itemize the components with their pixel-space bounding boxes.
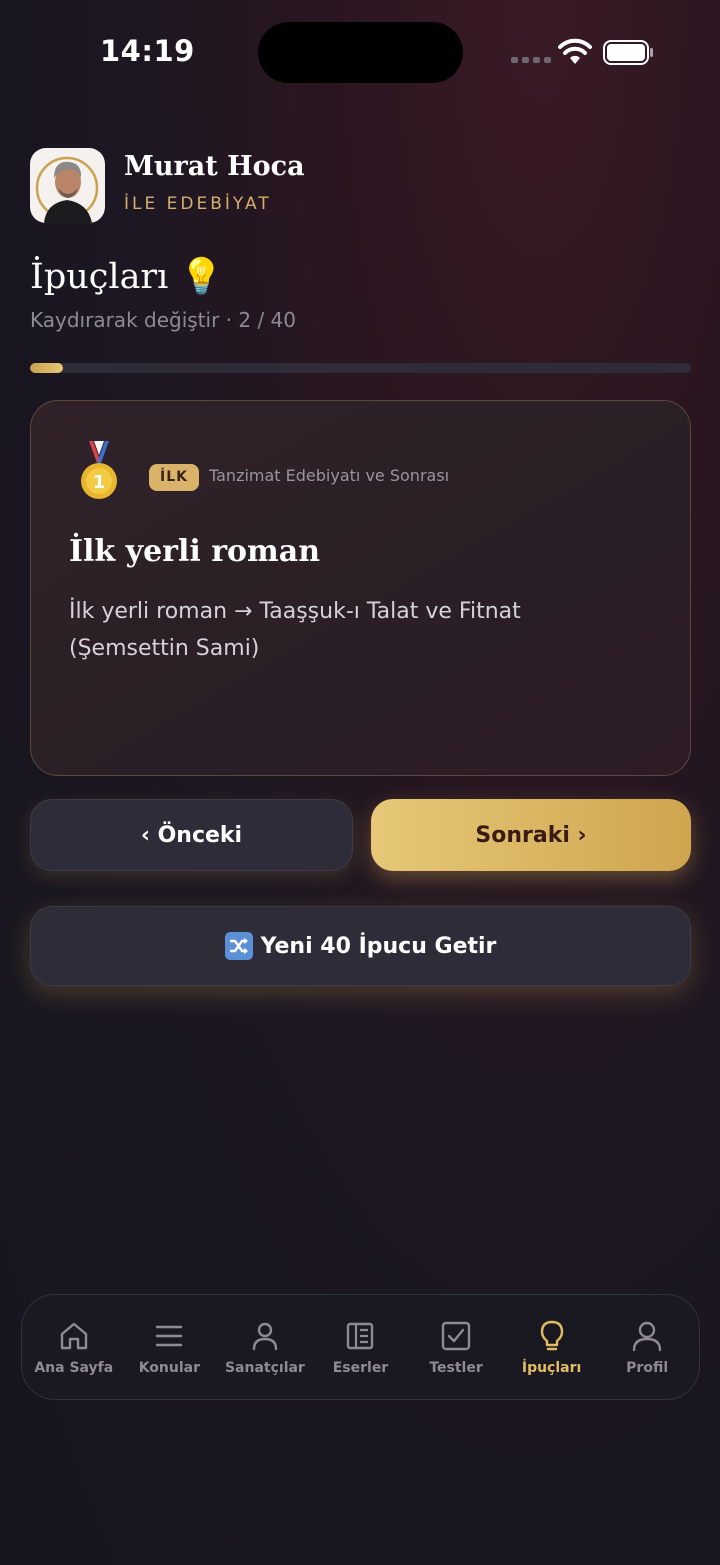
next-button[interactable]: Sonraki › (371, 799, 691, 871)
avatar (30, 148, 105, 223)
category-badge: İLK (149, 464, 199, 491)
tip-card[interactable]: 1 İLK Tanzimat Edebiyatı ve Sonrası İlk … (30, 400, 691, 776)
gold-medal-icon: 1 (81, 441, 117, 499)
tab-label: Testler (429, 1360, 483, 1376)
tip-title: İlk yerli roman (69, 534, 321, 569)
tab-eserler[interactable]: Eserler (313, 1318, 407, 1376)
progress-fill (30, 363, 64, 373)
previous-button[interactable]: ‹ Önceki (30, 799, 353, 871)
tab-ana-sayfa[interactable]: Ana Sayfa (27, 1318, 121, 1376)
person-icon (252, 1322, 278, 1351)
tab-label: Sanatçılar (224, 1360, 305, 1376)
home-icon (60, 1322, 87, 1350)
svg-text:1: 1 (93, 472, 106, 493)
app-subtitle: İLE EDEBİYAT (124, 194, 272, 214)
list-icon (156, 1325, 183, 1347)
battery-icon (603, 40, 653, 65)
bottom-tab-bar: Ana Sayfa Konular Sanatçılar Eserler Tes… (21, 1294, 700, 1400)
new-tips-label: Yeni 40 İpucu Getir (260, 933, 497, 959)
book-icon (347, 1322, 374, 1350)
new-tips-button[interactable]: Yeni 40 İpucu Getir (30, 906, 691, 986)
tab-label: Ana Sayfa (34, 1360, 114, 1376)
lightbulb-icon (540, 1320, 563, 1351)
tab-profil[interactable]: Profil (600, 1318, 694, 1376)
progress-bar (30, 363, 691, 373)
dynamic-island (258, 22, 463, 83)
tab-konular[interactable]: Konular (122, 1318, 216, 1376)
cellular-signal-icon (511, 57, 551, 63)
tab-label: Eserler (332, 1360, 389, 1376)
category-label: Tanzimat Edebiyatı ve Sonrası (209, 466, 450, 485)
shuffle-icon (224, 932, 253, 960)
wifi-icon (558, 38, 592, 64)
tab-testler[interactable]: Testler (409, 1318, 503, 1376)
checkbox-icon (441, 1321, 471, 1351)
status-time: 14:19 (100, 34, 195, 68)
tip-body: İlk yerli roman → Taaşşuk-ı Talat ve Fit… (69, 599, 521, 661)
app-title: Murat Hoca (124, 151, 305, 182)
tab-label: İpuçları (521, 1360, 582, 1376)
page-subtitle: Kaydırarak değiştir · 2 / 40 (30, 308, 296, 332)
tab-label: Konular (138, 1360, 200, 1376)
page-title: İpuçları 💡 (30, 257, 224, 297)
tab-sanatcilar[interactable]: Sanatçılar (218, 1318, 312, 1376)
tab-label: Profil (626, 1360, 669, 1376)
tab-ipuclari[interactable]: İpuçları (505, 1318, 599, 1376)
profile-icon (632, 1321, 662, 1352)
